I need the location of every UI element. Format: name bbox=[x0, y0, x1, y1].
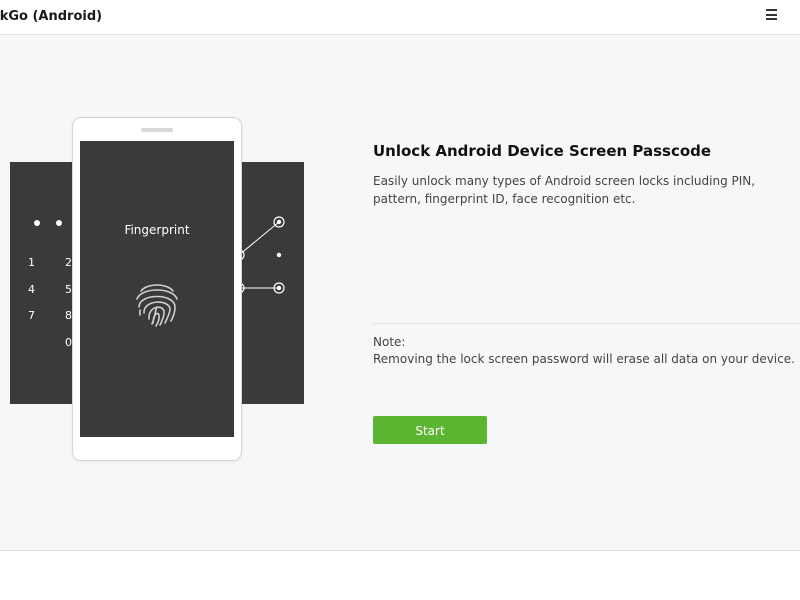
app-title: ckGo (Android) bbox=[0, 9, 103, 24]
pin-entry-dot bbox=[34, 220, 40, 226]
page-title: Unlock Android Device Screen Passcode bbox=[373, 142, 712, 160]
footer-bar bbox=[0, 550, 800, 600]
phone-speaker bbox=[141, 128, 173, 132]
pin-digit: 5 bbox=[65, 283, 72, 296]
pin-digit: 7 bbox=[28, 309, 35, 322]
main-content: 1 2 4 5 7 8 0 Fingerprint Unlock Android… bbox=[0, 35, 800, 550]
fingerprint-label: Fingerprint bbox=[124, 223, 190, 237]
pin-entry-dot bbox=[56, 220, 62, 226]
pin-lock-panel: 1 2 4 5 7 8 0 bbox=[10, 162, 80, 404]
pin-digit: 8 bbox=[65, 309, 72, 322]
hamburger-menu-icon[interactable] bbox=[766, 9, 778, 21]
phone-illustration: Fingerprint bbox=[72, 117, 242, 461]
pin-digit: 4 bbox=[28, 283, 35, 296]
title-bar: ckGo (Android) bbox=[0, 0, 800, 35]
note-text: Removing the lock screen password will e… bbox=[373, 352, 795, 366]
fingerprint-icon bbox=[136, 284, 178, 327]
note-label: Note: bbox=[373, 335, 406, 349]
pattern-lock-panel bbox=[234, 162, 304, 404]
pin-digit: 2 bbox=[65, 256, 72, 269]
pattern-lock-icon bbox=[234, 216, 285, 294]
phone-screen: Fingerprint bbox=[80, 141, 234, 437]
section-divider bbox=[373, 323, 800, 324]
page-description: Easily unlock many types of Android scre… bbox=[373, 174, 756, 206]
pin-digit: 1 bbox=[28, 256, 35, 269]
app-window: ckGo (Android) 1 2 4 5 7 8 0 Fingerprint… bbox=[0, 0, 800, 600]
start-button[interactable]: Start bbox=[373, 416, 487, 444]
pin-digit: 0 bbox=[65, 336, 72, 349]
unlock-illustration: 1 2 4 5 7 8 0 Fingerprint bbox=[0, 35, 320, 550]
